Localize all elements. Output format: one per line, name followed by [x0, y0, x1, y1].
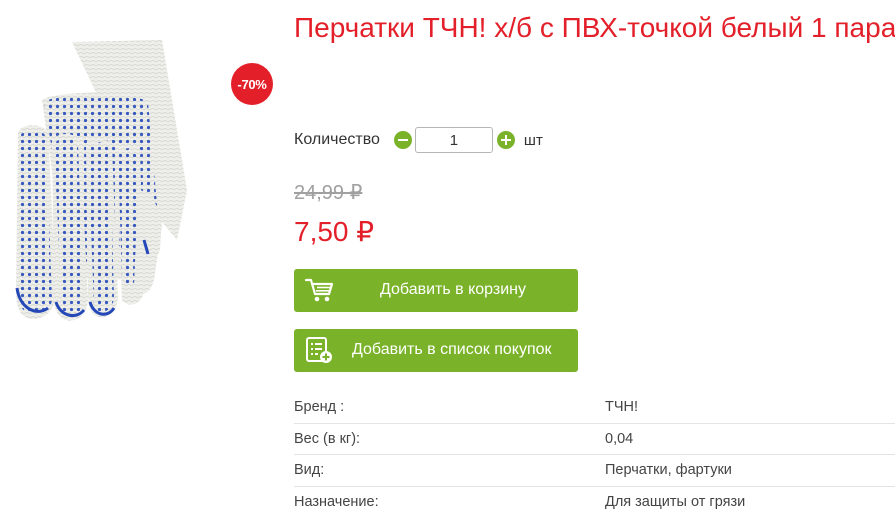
add-to-cart-label: Добавить в корзину: [380, 281, 527, 298]
spec-name: Вид:: [294, 462, 325, 478]
spec-name: Вес (в кг):: [294, 430, 361, 447]
discount-badge: -70%: [231, 63, 273, 105]
add-to-cart-button[interactable]: Добавить в корзину: [294, 269, 578, 312]
spec-name: Бренд :: [294, 399, 345, 415]
shopping-list-add-icon: [306, 337, 332, 363]
spec-name: Назначение:: [294, 493, 379, 510]
cart-icon: [304, 278, 334, 302]
quantity-label: Количество: [294, 131, 380, 148]
add-to-shopping-list-button[interactable]: Добавить в список покупок: [294, 329, 578, 372]
glove-photo: [15, 40, 187, 321]
add-to-shopping-list-label: Добавить в список покупок: [352, 341, 552, 358]
product-image[interactable]: [12, 40, 192, 330]
spec-value: 0,04: [605, 430, 634, 447]
spec-row: Бренд : ТЧН!: [294, 392, 895, 424]
spec-value: Для защиты от грязи: [605, 493, 746, 510]
spec-row: Вес (в кг): 0,04: [294, 424, 895, 455]
decrease-quantity-button[interactable]: [393, 131, 412, 149]
product-title: Перчатки ТЧН! х/б с ПВХ-точкой белый 1 п…: [294, 12, 895, 43]
spec-value: ТЧН!: [605, 399, 639, 415]
quantity-selector: Количество шт: [294, 126, 543, 154]
spec-row: Назначение: Для защиты от грязи: [294, 487, 895, 517]
plus-icon-vertical: [504, 135, 507, 145]
specifications-table: Бренд : ТЧН! Вес (в кг): 0,04 Вид: Перча…: [294, 392, 895, 517]
spec-value: Перчатки, фартуки: [605, 462, 732, 478]
old-price: 24,99 ₽: [294, 182, 363, 204]
minus-icon: [397, 139, 408, 141]
current-price: 7,50 ₽: [294, 216, 375, 247]
spec-row: Вид: Перчатки, фартуки: [294, 455, 895, 487]
increase-quantity-button[interactable]: [496, 131, 515, 149]
quantity-unit: шт: [523, 131, 543, 149]
quantity-input[interactable]: [414, 127, 493, 153]
